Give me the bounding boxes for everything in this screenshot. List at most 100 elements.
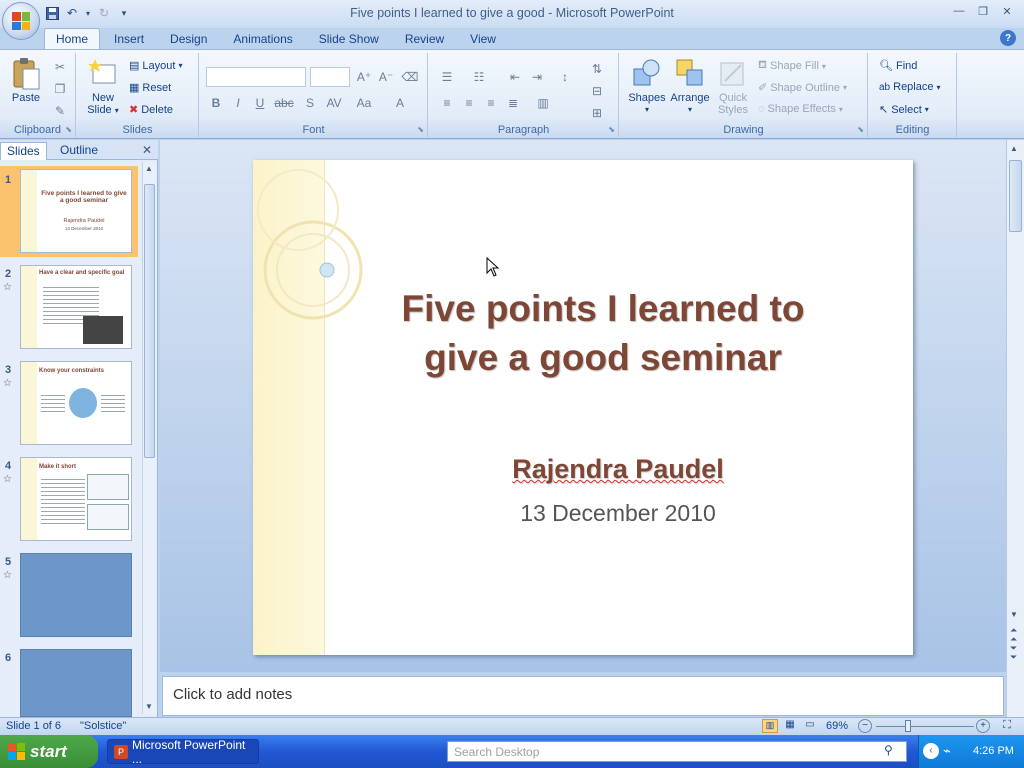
- align-left-icon[interactable]: ≡: [437, 93, 457, 113]
- fit-to-window-icon[interactable]: ⛶: [1000, 719, 1014, 733]
- smartart-icon[interactable]: ⊞: [587, 103, 607, 123]
- shape-effects-button[interactable]: ◌ Shape Effects ▾: [758, 103, 843, 115]
- slide-sorter-icon[interactable]: ▦: [782, 719, 798, 733]
- taskbar-item-powerpoint[interactable]: P Microsoft PowerPoint ...: [107, 738, 259, 766]
- slide-thumbnail-1[interactable]: Five points I learned to give a good sem…: [20, 169, 132, 253]
- format-painter-icon[interactable]: ✎: [50, 101, 70, 121]
- customize-qat-icon[interactable]: ▾: [116, 5, 132, 21]
- slide-date[interactable]: 13 December 2010: [403, 500, 833, 527]
- tab-view[interactable]: View: [458, 28, 508, 50]
- columns-icon[interactable]: ▥: [533, 93, 553, 113]
- clear-formatting-icon[interactable]: ⌫: [400, 67, 420, 87]
- tab-review[interactable]: Review: [393, 28, 456, 50]
- scroll-down-icon[interactable]: ▼: [1010, 610, 1018, 619]
- align-text-icon[interactable]: ⊟: [587, 81, 607, 101]
- tab-insert[interactable]: Insert: [102, 28, 156, 50]
- clipboard-launcher-icon[interactable]: ⬊: [65, 125, 72, 134]
- tab-animations[interactable]: Animations: [221, 28, 304, 50]
- bold-icon[interactable]: B: [206, 93, 226, 113]
- shape-fill-button[interactable]: ⛾ Shape Fill ▾: [758, 59, 826, 73]
- network-icon[interactable]: ⌁: [943, 743, 951, 759]
- normal-view-icon[interactable]: ▥: [762, 719, 778, 733]
- shrink-font-icon[interactable]: A⁻: [376, 67, 396, 87]
- tab-design[interactable]: Design: [158, 28, 219, 50]
- underline-icon[interactable]: U: [250, 93, 270, 113]
- font-color-icon[interactable]: A: [390, 93, 410, 113]
- minimize-icon[interactable]: —: [948, 2, 970, 20]
- slide-thumbnail-4[interactable]: Make it short: [20, 457, 132, 541]
- scroll-down-icon[interactable]: ▼: [145, 702, 155, 712]
- help-icon[interactable]: ?: [1000, 30, 1016, 46]
- numbering-icon[interactable]: ☷: [469, 67, 489, 87]
- character-spacing-icon[interactable]: AV: [324, 93, 344, 113]
- shadow-icon[interactable]: S: [300, 93, 320, 113]
- tab-slide-show[interactable]: Slide Show: [307, 28, 391, 50]
- text-direction-icon[interactable]: ⇅: [587, 59, 607, 79]
- scroll-up-icon[interactable]: ▲: [145, 164, 155, 174]
- copy-icon[interactable]: ❐: [50, 79, 70, 99]
- find-button[interactable]: 🔍︎ Find: [879, 59, 917, 73]
- strikethrough-icon[interactable]: abc: [274, 93, 294, 113]
- drawing-launcher-icon[interactable]: ⬊: [857, 125, 864, 134]
- close-icon[interactable]: ✕: [996, 2, 1018, 20]
- tab-home[interactable]: Home: [44, 28, 101, 50]
- shapes-button[interactable]: Shapes ▾: [626, 57, 668, 116]
- paragraph-launcher-icon[interactable]: ⬊: [608, 125, 615, 134]
- zoom-in-icon[interactable]: +: [976, 719, 990, 733]
- save-icon[interactable]: [44, 5, 60, 21]
- slide-show-icon[interactable]: ▭: [802, 719, 818, 733]
- replace-button[interactable]: ab Replace ▾: [879, 81, 941, 93]
- paste-button[interactable]: Paste: [6, 57, 46, 104]
- decrease-indent-icon[interactable]: ⇤: [505, 67, 525, 87]
- align-right-icon[interactable]: ≡: [481, 93, 501, 113]
- align-center-icon[interactable]: ≡: [459, 93, 479, 113]
- redo-icon[interactable]: ↻: [96, 5, 112, 21]
- grow-font-icon[interactable]: A⁺: [354, 67, 374, 87]
- zoom-out-icon[interactable]: −: [858, 719, 872, 733]
- office-button[interactable]: [2, 2, 40, 40]
- slide-thumbnail-5[interactable]: [20, 553, 132, 637]
- slide-thumbnail-3[interactable]: Know your constraints: [20, 361, 132, 445]
- current-slide[interactable]: Five points I learned to give a good sem…: [253, 160, 913, 655]
- clock[interactable]: 4:26 PM: [973, 745, 1014, 757]
- search-icon[interactable]: ⚲: [884, 743, 902, 761]
- font-size-input[interactable]: [310, 67, 350, 87]
- zoom-level[interactable]: 69%: [826, 720, 848, 732]
- notes-pane[interactable]: Click to add notes: [162, 676, 1004, 716]
- main-scrollbar[interactable]: ▲ ▼ ⏶ ⏶ ⏷ ⏷: [1006, 140, 1024, 717]
- zoom-slider[interactable]: [876, 726, 974, 727]
- undo-icon[interactable]: ↶: [64, 5, 80, 21]
- select-button[interactable]: ↖ Select ▾: [879, 103, 929, 117]
- zoom-slider-thumb[interactable]: [905, 720, 912, 732]
- delete-button[interactable]: ✖ Delete: [129, 103, 173, 117]
- close-panel-icon[interactable]: ✕: [142, 143, 152, 157]
- shape-outline-button[interactable]: ✐ Shape Outline ▾: [758, 81, 847, 95]
- next-slide-icon[interactable]: ⏷ ⏷: [1010, 644, 1017, 662]
- arrange-button[interactable]: Arrange ▾: [668, 57, 712, 116]
- change-case-icon[interactable]: Aa: [354, 93, 374, 113]
- show-hidden-icons-icon[interactable]: ‹: [923, 743, 939, 759]
- slide-title[interactable]: Five points I learned to give a good sem…: [353, 284, 853, 382]
- line-spacing-icon[interactable]: ↕: [555, 67, 575, 87]
- slide-author[interactable]: Rajendra Paudel: [403, 454, 833, 485]
- undo-dropdown-icon[interactable]: ▾: [84, 5, 92, 21]
- slides-panel-scrollbar[interactable]: ▲ ▼: [142, 162, 156, 714]
- previous-slide-icon[interactable]: ⏶ ⏶: [1010, 626, 1017, 644]
- search-desktop-input[interactable]: Search Desktop: [447, 741, 907, 762]
- italic-icon[interactable]: I: [228, 93, 248, 113]
- layout-button[interactable]: ▤ Layout ▾: [129, 59, 182, 73]
- start-button[interactable]: start: [0, 735, 98, 768]
- restore-icon[interactable]: ❐: [972, 2, 994, 20]
- bullets-icon[interactable]: ☰: [437, 67, 457, 87]
- scroll-thumb[interactable]: [1009, 160, 1022, 232]
- scroll-thumb[interactable]: [144, 184, 155, 458]
- justify-icon[interactable]: ≣: [503, 93, 523, 113]
- quick-styles-button[interactable]: Quick Styles: [712, 57, 754, 116]
- slide-thumbnail-6[interactable]: [20, 649, 132, 717]
- tab-outline[interactable]: Outline: [54, 142, 104, 160]
- scroll-up-icon[interactable]: ▲: [1010, 144, 1018, 153]
- font-name-input[interactable]: [206, 67, 306, 87]
- tab-slides[interactable]: Slides: [0, 142, 47, 160]
- cut-icon[interactable]: ✂: [50, 57, 70, 77]
- new-slide-button[interactable]: New Slide ▾: [83, 57, 123, 117]
